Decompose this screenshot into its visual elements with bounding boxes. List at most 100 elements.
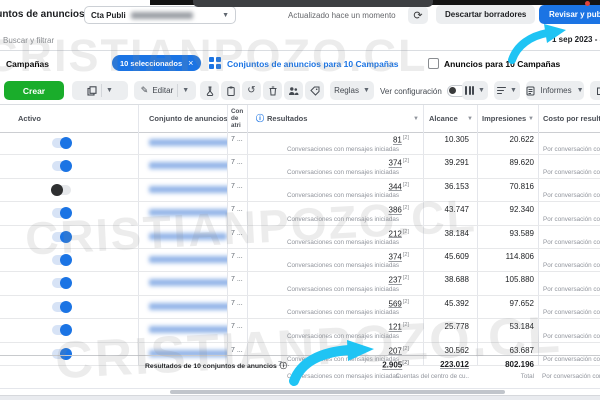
chevron-down-icon[interactable]: ▼ (106, 87, 113, 94)
columns-icon (465, 86, 475, 95)
create-button[interactable]: Crear (4, 81, 64, 100)
adset-active-toggle[interactable] (52, 230, 72, 243)
table-row[interactable]: 7 ... 237[2] Conversaciones con mensajes… (0, 272, 600, 296)
result-value[interactable]: 374 (389, 159, 402, 168)
table-row[interactable]: 7 ... 344[2] Conversaciones con mensajes… (0, 178, 600, 203)
selected-filter-pill[interactable]: 10 seleccionados × (112, 55, 202, 71)
undo-button[interactable]: ↺ (242, 81, 261, 100)
table-row[interactable]: 7 ... 374[2] Conversaciones con mensajes… (0, 155, 600, 179)
col-header-adset[interactable]: Conjunto de anuncios ▼ (138, 105, 227, 132)
adset-name-cell[interactable] (138, 272, 227, 295)
cost-cell: Por conversación con (538, 178, 600, 202)
close-icon[interactable]: × (188, 58, 193, 68)
adset-name-cell[interactable] (138, 248, 227, 272)
result-subtitle: Conversaciones con mensajes iniciadas (286, 168, 399, 176)
col-header-cost[interactable]: Costo por resultad (538, 105, 600, 132)
footer-impressions-subtitle: Total (520, 373, 534, 380)
active-cell (0, 296, 138, 318)
tag-button[interactable] (305, 81, 324, 100)
table-row[interactable]: 7 ... 386[2] Conversaciones con mensajes… (0, 202, 600, 226)
adset-active-toggle[interactable] (51, 183, 71, 196)
adset-active-toggle[interactable] (52, 207, 72, 220)
tab-ads[interactable]: Anuncios para 10 Campañas (444, 59, 560, 69)
col-header-active[interactable]: Activo (0, 105, 138, 132)
reports-button[interactable]: Informes ▼ (526, 81, 584, 100)
results-cell: 81[2] Conversaciones con mensajes inicia… (247, 132, 423, 155)
result-subtitle: Conversaciones con mensajes iniciadas (286, 309, 399, 317)
adset-name-cell[interactable] (138, 295, 227, 319)
adset-name-blurred (149, 326, 227, 334)
export-button[interactable]: Exp (590, 81, 600, 100)
attribution-cell: 7 ... (227, 178, 247, 202)
reach-cell: 45.609 (423, 248, 477, 272)
result-value[interactable]: 374 (389, 253, 402, 262)
horizontal-scrollbar[interactable] (170, 390, 505, 394)
table-row[interactable]: 7 ... 374[2] Conversaciones con mensajes… (0, 248, 600, 273)
discard-drafts-button[interactable]: Descartar borradores (436, 5, 536, 24)
results-cell: 237[2] Conversaciones con mensajes inici… (247, 272, 423, 295)
adset-name-cell[interactable] (138, 225, 227, 248)
table-row[interactable]: 7 ... 212[2] Conversaciones con mensajes… (0, 225, 600, 249)
search-input[interactable]: Buscar y filtrar (3, 36, 54, 45)
adset-active-toggle[interactable] (52, 300, 72, 313)
table-row[interactable]: 7 ... 81[2] Conversaciones con mensajes … (0, 132, 600, 156)
table-row[interactable]: 7 ... 569[2] Conversaciones con mensajes… (0, 295, 600, 320)
result-value[interactable]: 212 (389, 229, 402, 238)
adset-active-toggle[interactable] (52, 277, 72, 290)
footer-cost-subtitle: Por conversación con (542, 373, 600, 380)
bottom-strip (0, 395, 600, 400)
result-value[interactable]: 237 (389, 276, 402, 285)
result-value[interactable]: 344 (389, 182, 402, 191)
chevron-down-icon[interactable]: ▼ (182, 87, 189, 94)
adset-active-toggle[interactable] (52, 137, 72, 149)
footer-reach-total[interactable]: 223.012 (323, 360, 469, 369)
reach-value: 36.153 (444, 181, 469, 191)
refresh-button[interactable]: ⟳ (408, 6, 428, 24)
adset-name-cell[interactable] (138, 178, 227, 202)
adset-name-cell[interactable] (138, 202, 227, 225)
audience-button[interactable] (284, 81, 303, 100)
search-filter-bar[interactable] (0, 29, 600, 51)
cost-cell: Por conversación con (538, 319, 600, 342)
view-settings-control[interactable]: Ver configuración (380, 85, 467, 97)
adset-active-toggle[interactable] (52, 160, 72, 173)
rules-button[interactable]: Reglas ▼ (330, 81, 374, 100)
clipboard-button[interactable] (221, 81, 240, 100)
delete-button[interactable] (263, 81, 282, 100)
cost-subtitle: Por conversación con (543, 239, 600, 247)
impressions-value: 89.620 (509, 158, 534, 168)
ab-test-button[interactable] (200, 81, 219, 100)
col-header-results[interactable]: ⓘ Resultados ▼ (247, 105, 423, 132)
review-publish-button[interactable]: Revisar y publicar (539, 5, 600, 24)
col-header-reach[interactable]: Alcance ▼ (423, 105, 477, 132)
chevron-down-icon: ▼ (510, 87, 517, 94)
result-value[interactable]: 207 (389, 346, 402, 355)
adset-name-cell[interactable] (138, 155, 227, 178)
tab-adsets[interactable]: Conjuntos de anuncios para 10 Campañas (227, 59, 398, 69)
attribution-cell: 7 ... (227, 225, 247, 248)
edit-button-group[interactable]: ✎ Editar ▼ (134, 81, 196, 100)
table-row[interactable]: 7 ... 121[2] Conversaciones con mensajes… (0, 319, 600, 343)
result-value[interactable]: 81 (393, 136, 402, 145)
impressions-cell: 70.816 (477, 178, 538, 202)
adset-name-cell[interactable] (138, 319, 227, 342)
adset-active-toggle[interactable] (52, 324, 72, 337)
result-footnote: [2] (402, 251, 409, 258)
col-header-attribution[interactable]: Con de atri (227, 105, 247, 132)
date-range-selector[interactable]: 1 sep 2023 - 8 (552, 35, 600, 44)
col-header-impressions[interactable]: Impresiones ▼ (477, 105, 538, 132)
breakdown-button[interactable]: ▼ (494, 81, 520, 100)
result-value[interactable]: 386 (389, 206, 402, 215)
cost-cell: Por conversación con (538, 248, 600, 272)
results-cell: 374[2] Conversaciones con mensajes inici… (247, 155, 423, 178)
result-value[interactable]: 121 (389, 323, 402, 332)
adset-active-toggle[interactable] (52, 253, 72, 266)
duplicate-button-group[interactable]: ▼ (72, 81, 128, 100)
tab-campaigns[interactable]: Campañas (6, 59, 49, 69)
result-value[interactable]: 569 (389, 299, 402, 308)
account-dropdown[interactable]: Cta Publi ▼ (84, 6, 236, 24)
reach-value: 39.291 (444, 158, 469, 168)
ads-manager-screen: CRISTIANPOZO.CL CRISTIANPOZO.CL CRISTIAN… (0, 0, 600, 400)
adset-name-cell[interactable] (138, 132, 227, 155)
columns-button[interactable]: ▼ (462, 81, 488, 100)
